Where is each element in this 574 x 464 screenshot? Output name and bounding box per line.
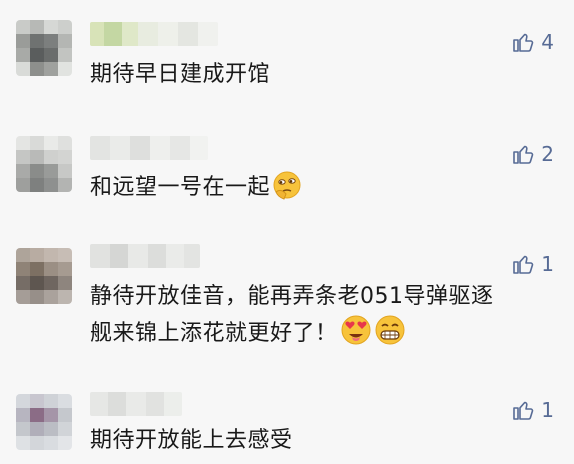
thumbs-up-icon — [513, 33, 534, 52]
avatar[interactable] — [16, 248, 72, 304]
commenter-name[interactable] — [90, 22, 218, 46]
comment-text: 和远望一号在一起 — [90, 170, 560, 205]
like-button[interactable]: 2 — [511, 140, 554, 168]
heart-eyes-emoji — [341, 315, 371, 345]
like-count: 1 — [541, 252, 554, 276]
like-count: 4 — [541, 30, 554, 54]
comment-text: 期待开放能上去感受 — [90, 428, 293, 453]
like-count: 2 — [541, 142, 554, 166]
comment-text: 静待开放佳音，能再弄条老051导弹驱逐 舰来锦上添花就更好了！ — [90, 284, 494, 346]
grin-emoji — [375, 315, 405, 345]
like-button[interactable]: 4 — [511, 28, 554, 56]
thumbs-up-icon — [513, 145, 534, 164]
like-button[interactable]: 1 — [511, 396, 554, 424]
like-button[interactable]: 1 — [511, 250, 554, 278]
avatar[interactable] — [16, 20, 72, 76]
commenter-name[interactable] — [90, 136, 208, 160]
avatar[interactable] — [16, 136, 72, 192]
avatar[interactable] — [16, 394, 72, 450]
commenter-name[interactable] — [90, 244, 200, 268]
thumbs-up-icon — [513, 401, 534, 420]
like-count: 1 — [541, 398, 554, 422]
thinking-smug-emoji — [273, 171, 301, 200]
thumbs-up-icon — [513, 255, 534, 274]
commenter-name[interactable] — [90, 392, 182, 416]
comment-text: 期待早日建成开馆 — [90, 62, 271, 87]
